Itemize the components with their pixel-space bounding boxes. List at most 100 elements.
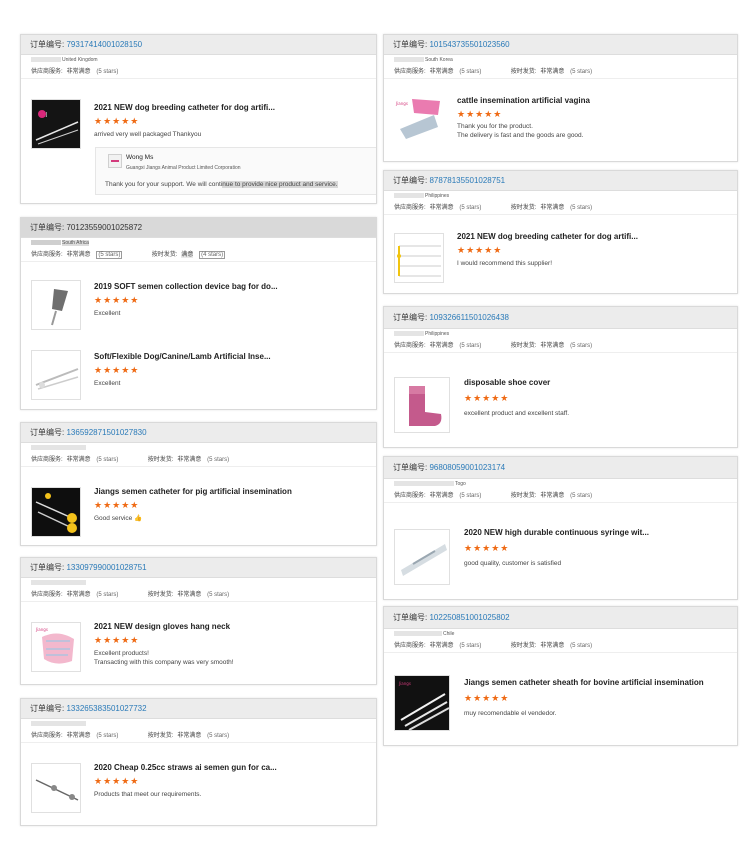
product-name[interactable]: Jiangs semen catheter sheath for bovine …	[464, 678, 704, 687]
rating-stars: ★★★★★	[457, 109, 503, 119]
delivery-stars: (5 stars)	[207, 733, 230, 739]
review-item: 2021 NEW dog breeding catheter for dog a…	[384, 227, 737, 287]
review-comment-line2: Transacting with this company was very s…	[94, 659, 234, 666]
buyer-country: South Korea	[425, 57, 453, 63]
reply-company: Guangxi Jiangs Animal Product Limited Co…	[126, 165, 241, 171]
product-thumbnail[interactable]	[394, 377, 450, 433]
delivery-label: 按时发货:	[510, 343, 537, 349]
supplier-service-label: 供应商服务:	[394, 643, 426, 649]
order-number-link[interactable]: 96808059001023174	[429, 463, 505, 472]
review-item: Jiangs 2021 NEW design gloves hang neck …	[21, 614, 376, 674]
product-name[interactable]: disposable shoe cover	[464, 378, 550, 387]
product-name[interactable]: 2020 NEW high durable continuous syringe…	[464, 528, 649, 537]
order-header: 订单编号: 109326611501026438	[384, 307, 737, 329]
product-thumbnail[interactable]: Jiangs	[394, 675, 450, 731]
order-number-link[interactable]: 102250851001025802	[429, 613, 509, 622]
supplier-service-label: 供应商服务:	[31, 252, 63, 258]
blurred-buyer-name	[394, 481, 454, 487]
supplier-logo-icon	[108, 154, 122, 168]
reply-text-part: Thank you for your support. We will cont…	[105, 181, 223, 188]
delivery-stars: (5 stars)	[570, 493, 593, 499]
order-header: 订单编号: 133097990001028751	[21, 558, 376, 578]
product-thumbnail[interactable]: J	[31, 99, 81, 149]
rating-stars: ★★★★★	[94, 295, 140, 305]
blurred-buyer-name	[31, 721, 86, 727]
product-thumbnail[interactable]	[394, 233, 444, 283]
review-item: disposable shoe cover ★★★★★ excellent pr…	[384, 367, 737, 433]
order-header: 订单编号: 96808059001023174	[384, 457, 737, 479]
product-name[interactable]: Soft/Flexible Dog/Canine/Lamb Artificial…	[94, 352, 271, 361]
delivery-stars: (5 stars)	[570, 343, 593, 349]
delivery-value: 非常满意	[540, 493, 565, 499]
buyer-info: Philippines	[384, 191, 737, 202]
buyer-country: Philippines	[425, 193, 450, 199]
product-thumbnail[interactable]	[394, 529, 450, 585]
order-number-label: 订单编号:	[30, 563, 65, 572]
supplier-ratings: 供应商服务: 非常满意 (5 stars) 按时发货: 非常满意 (5 stars)	[384, 490, 737, 503]
order-number-label: 订单编号:	[30, 40, 65, 49]
svg-text:Jiangs: Jiangs	[395, 101, 408, 106]
supplier-service-stars: (5 stars)	[459, 69, 482, 75]
product-name[interactable]: 2020 Cheap 0.25cc straws ai semen gun fo…	[94, 763, 277, 772]
delivery-label: 按时发货:	[510, 643, 537, 649]
order-number-link[interactable]: 101543735501023560	[429, 40, 509, 49]
supplier-ratings: 供应商服务: 非常满意 (5 stars)	[21, 66, 376, 79]
product-name[interactable]: 2021 NEW dog breeding catheter for dog a…	[94, 103, 275, 112]
supplier-service-value: 非常满意	[66, 69, 91, 75]
product-name[interactable]: 2021 NEW dog breeding catheter for dog a…	[457, 232, 638, 241]
blurred-buyer-name	[394, 331, 424, 337]
order-header: 订单编号: 70123559001025872	[21, 218, 376, 238]
order-header: 订单编号: 102250851001025802	[384, 607, 737, 629]
buyer-info	[21, 443, 376, 454]
review-item: 2019 SOFT semen collection device bag fo…	[21, 274, 376, 334]
reply-text: Thank you for your support. We will cont…	[105, 181, 338, 188]
product-thumbnail[interactable]: Jiangs	[394, 95, 444, 145]
supplier-service-value: 非常满意	[66, 592, 91, 598]
product-name[interactable]: Jiangs semen catheter for pig artificial…	[94, 487, 292, 496]
product-thumbnail[interactable]	[31, 280, 81, 330]
supplier-service-value: 非常满意	[66, 733, 91, 739]
supplier-ratings: 供应商服务: 非常满意 (5 stars) 按时发货: 非常满意 (5 stars)	[384, 66, 737, 79]
order-header: 订单编号: 136592871501027830	[21, 423, 376, 443]
product-name[interactable]: cattle insemination artificial vagina	[457, 96, 590, 105]
supplier-service-value: 非常满意	[429, 643, 454, 649]
product-name[interactable]: 2019 SOFT semen collection device bag fo…	[94, 282, 278, 291]
order-card: 订单编号: 109326611501026438 Philippines 供应商…	[383, 306, 738, 448]
supplier-service-label: 供应商服务:	[31, 733, 63, 739]
supplier-service-label: 供应商服务:	[394, 205, 426, 211]
order-card: 订单编号: 102250851001025802 Chile 供应商服务: 非常满…	[383, 606, 738, 746]
review-comment: Thank you for the product.	[457, 123, 533, 130]
review-comment: arrived very well packaged Thankyou	[94, 131, 202, 138]
supplier-service-stars: (5 stars)	[96, 592, 119, 598]
delivery-value: 非常满意	[177, 733, 202, 739]
delivery-value: 非常满意	[540, 205, 565, 211]
order-number-link[interactable]: 79317414001028150	[66, 40, 142, 49]
reply-author: Wong Ms	[126, 154, 154, 161]
order-number-link[interactable]: 136592871501027830	[66, 428, 146, 437]
buyer-info: Togo	[384, 479, 737, 490]
delivery-stars: (5 stars)	[570, 69, 593, 75]
order-number-label: 订单编号:	[393, 613, 428, 622]
product-thumbnail[interactable]	[31, 763, 81, 813]
product-thumbnail[interactable]	[31, 487, 81, 537]
order-number-label: 订单编号:	[30, 704, 65, 713]
product-thumbnail[interactable]	[31, 350, 81, 400]
supplier-service-label: 供应商服务:	[394, 69, 426, 75]
rating-stars: ★★★★★	[464, 393, 510, 403]
order-card: 订单编号: 79317414001028150 United Kingdom 供…	[20, 34, 377, 204]
order-number-link[interactable]: 87878135501028751	[429, 176, 505, 185]
product-name[interactable]: 2021 NEW design gloves hang neck	[94, 622, 230, 631]
delivery-label: 按时发货:	[510, 493, 537, 499]
product-thumbnail[interactable]: Jiangs	[31, 622, 81, 672]
order-number-link[interactable]: 109326611501026438	[429, 313, 509, 322]
reply-text-selected: nue to provide nice product and service.	[222, 181, 338, 188]
order-number-link[interactable]: 133265383501027732	[66, 704, 146, 713]
order-card: 订单编号: 70123559001025872 South Africa 供应商…	[20, 217, 377, 410]
supplier-service-stars: (5 stars)	[459, 643, 482, 649]
supplier-service-stars: (5 stars)	[96, 457, 119, 463]
order-number-link[interactable]: 70123559001025872	[66, 223, 142, 232]
order-number-link[interactable]: 133097990001028751	[66, 563, 146, 572]
delivery-stars: (5 stars)	[570, 643, 593, 649]
order-card: 订单编号: 136592871501027830 供应商服务: 非常满意 (5 s…	[20, 422, 377, 546]
buyer-info	[21, 719, 376, 730]
